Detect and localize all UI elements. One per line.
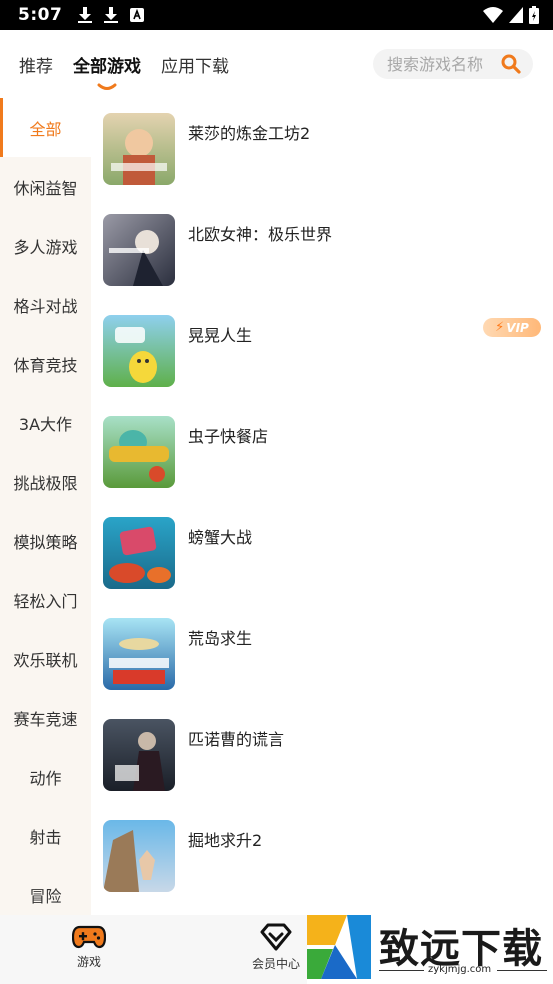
category-all[interactable]: 全部	[0, 98, 91, 157]
category-shooting[interactable]: 射击	[0, 806, 91, 865]
category-multiplayer[interactable]: 多人游戏	[0, 216, 91, 275]
game-row[interactable]: 荒岛求生	[91, 603, 553, 704]
status-bar: 5:07	[0, 0, 553, 30]
game-name: 荒岛求生	[188, 629, 253, 648]
game-row[interactable]: 螃蟹大战	[91, 502, 553, 603]
wifi-icon	[483, 7, 503, 23]
search-box[interactable]	[373, 49, 533, 79]
category-simulation[interactable]: 模拟策略	[0, 511, 91, 570]
search-input[interactable]	[387, 54, 497, 74]
status-time: 5:07	[18, 5, 63, 25]
tab-all-games[interactable]: 全部游戏	[73, 52, 141, 90]
game-row[interactable]: 掘地求升2	[91, 805, 553, 906]
game-thumbnail	[103, 315, 175, 387]
download-icon	[104, 7, 119, 23]
bottom-nav-member-label: 会员中心	[252, 957, 301, 971]
tab-recommend[interactable]: 推荐	[19, 52, 53, 77]
game-thumbnail	[103, 214, 175, 286]
game-thumbnail	[103, 719, 175, 791]
game-name: 晃晃人生	[188, 326, 253, 345]
category-challenge[interactable]: 挑战极限	[0, 452, 91, 511]
battery-icon	[529, 6, 539, 24]
game-thumbnail	[103, 416, 175, 488]
category-fighting[interactable]: 格斗对战	[0, 275, 91, 334]
game-thumbnail	[103, 618, 175, 690]
signal-icon	[509, 7, 523, 23]
gamepad-icon	[72, 925, 106, 949]
status-notification-icons	[78, 7, 145, 23]
category-action[interactable]: 动作	[0, 747, 91, 806]
game-name: 北欧女神：极乐世界	[188, 225, 333, 244]
watermark: 致远下载 zykjmjg.com	[307, 915, 553, 984]
vip-badge: ⚡ VIP	[483, 318, 541, 337]
game-thumbnail	[103, 517, 175, 589]
game-row[interactable]: 匹诺曹的谎言	[91, 704, 553, 805]
category-casual-puzzle[interactable]: 休闲益智	[0, 157, 91, 216]
watermark-divider	[379, 970, 424, 971]
game-name: 虫子快餐店	[188, 427, 269, 446]
watermark-url: zykjmjg.com	[428, 964, 492, 975]
game-row[interactable]: 晃晃人生 ⚡ VIP	[91, 300, 553, 401]
game-thumbnail	[103, 820, 175, 892]
font-a-icon	[130, 8, 145, 22]
vip-badge-label: VIP	[506, 320, 529, 335]
game-name: 莱莎的炼金工坊2	[188, 124, 311, 143]
game-name: 掘地求升2	[188, 831, 263, 850]
game-row[interactable]: 北欧女神：极乐世界	[91, 199, 553, 300]
watermark-divider	[497, 970, 547, 971]
tab-app-download[interactable]: 应用下载	[161, 52, 229, 77]
status-system-icons	[483, 6, 539, 24]
tab-all-games-label: 全部游戏	[73, 56, 141, 77]
diamond-icon	[260, 923, 292, 951]
search-icon[interactable]	[501, 54, 521, 74]
game-name: 匹诺曹的谎言	[188, 730, 285, 749]
category-easy[interactable]: 轻松入门	[0, 570, 91, 629]
game-row[interactable]: 莱莎的炼金工坊2	[91, 98, 553, 199]
game-list: 莱莎的炼金工坊2 北欧女神：极乐世界 晃晃人生 ⚡ VIP 虫子快餐店 螃蟹大战 …	[91, 98, 553, 906]
top-nav: 推荐 全部游戏 应用下载	[0, 30, 553, 98]
category-3a[interactable]: 3A大作	[0, 393, 91, 452]
tab-active-indicator	[97, 83, 117, 90]
watermark-logo	[307, 915, 371, 979]
game-row[interactable]: 虫子快餐店	[91, 401, 553, 502]
lightning-icon: ⚡	[495, 320, 505, 335]
category-racing[interactable]: 赛车竞速	[0, 688, 91, 747]
game-name: 螃蟹大战	[188, 528, 253, 547]
category-coop[interactable]: 欢乐联机	[0, 629, 91, 688]
category-sidebar: 全部 休闲益智 多人游戏 格斗对战 体育竞技 3A大作 挑战极限 模拟策略 轻松…	[0, 98, 91, 915]
category-sports[interactable]: 体育竞技	[0, 334, 91, 393]
bottom-nav-games[interactable]: 游戏	[72, 923, 106, 970]
download-icon	[78, 7, 93, 23]
bottom-nav-member[interactable]: 会员中心	[252, 923, 300, 972]
game-thumbnail	[103, 113, 175, 185]
bottom-nav-games-label: 游戏	[76, 955, 101, 969]
